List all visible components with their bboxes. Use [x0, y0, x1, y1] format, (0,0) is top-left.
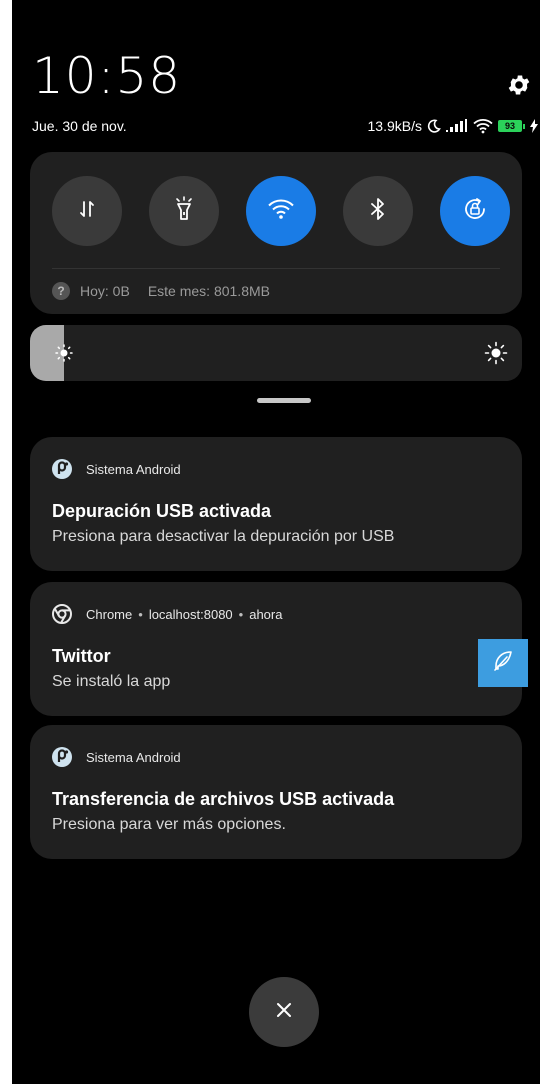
android-system-icon	[52, 459, 72, 479]
notification-source: localhost:8080	[148, 606, 233, 622]
notification-header: Sistema Android	[52, 459, 181, 479]
bluetooth-toggle[interactable]	[343, 176, 413, 246]
status-icons: 13.9kB/s 93	[368, 116, 538, 136]
battery-icon: 93	[498, 120, 525, 132]
flashlight-toggle[interactable]	[149, 176, 219, 246]
bluetooth-icon	[367, 197, 389, 226]
brightness-high-icon	[484, 341, 508, 370]
qs-divider	[52, 268, 500, 269]
help-icon: ?	[52, 282, 70, 300]
notification-title: Depuración USB activada	[52, 501, 272, 521]
signal-icon	[446, 119, 468, 133]
wifi-toggle[interactable]	[246, 176, 316, 246]
notification-usb-file-transfer[interactable]: Sistema Android Transferencia de archivo…	[30, 725, 522, 859]
notification-body: Se instaló la app	[52, 673, 171, 690]
network-speed: 13.9kB/s	[367, 118, 422, 134]
twittor-app-icon	[478, 639, 528, 687]
clock[interactable]: 10:58	[32, 46, 181, 106]
notification-twittor[interactable]: Chrome • localhost:8080 • ahora Twittor …	[30, 582, 528, 716]
notification-title: Transferencia de archivos USB activada	[52, 789, 395, 809]
mobile-data-toggle[interactable]	[52, 176, 122, 246]
data-usage[interactable]: ? Hoy: 0B Este mes: 801.8MB	[52, 282, 270, 300]
rotation-lock-icon	[462, 196, 488, 227]
drag-handle[interactable]	[257, 398, 311, 403]
notification-body: Presiona para ver más opciones.	[52, 816, 286, 833]
notification-shade: 10:58 Jue. 30 de nov. 13.9kB/s 93 ? Hoy:…	[12, 0, 540, 1084]
feather-icon	[491, 649, 515, 678]
notification-usb-debugging[interactable]: Sistema Android Depuración USB activada …	[30, 437, 522, 571]
gear-icon[interactable]	[506, 72, 532, 98]
close-icon	[275, 1001, 293, 1024]
brightness-slider[interactable]	[30, 325, 522, 381]
data-usage-today: Hoy: 0B	[80, 283, 130, 299]
data-usage-month: Este mes: 801.8MB	[147, 283, 270, 299]
notification-body: Presiona para desactivar la depuración p…	[52, 528, 395, 545]
flashlight-icon	[172, 195, 196, 227]
wifi-icon	[267, 198, 295, 225]
notification-time: ahora	[249, 606, 283, 622]
charging-icon	[530, 119, 538, 133]
notification-app-name: Chrome	[86, 606, 133, 622]
notification-header: Chrome • localhost:8080 • ahora	[52, 604, 282, 624]
notification-header: Sistema Android	[52, 747, 181, 767]
quick-settings-panel: ? Hoy: 0B Este mes: 801.8MB	[30, 152, 522, 314]
chrome-icon	[52, 604, 72, 624]
android-system-icon	[52, 747, 72, 767]
moon-icon	[427, 119, 441, 133]
rotation-lock-toggle[interactable]	[440, 176, 510, 246]
battery-level: 93	[498, 120, 522, 132]
date[interactable]: Jue. 30 de nov.	[32, 118, 127, 134]
notification-app-name: Sistema Android	[86, 461, 181, 477]
brightness-low-icon	[54, 343, 74, 368]
notification-app-name: Sistema Android	[86, 749, 181, 765]
wifi-icon	[473, 118, 493, 134]
notification-title: Twittor	[52, 646, 111, 666]
data-arrows-icon	[76, 198, 98, 225]
clear-all-button[interactable]	[249, 977, 319, 1047]
